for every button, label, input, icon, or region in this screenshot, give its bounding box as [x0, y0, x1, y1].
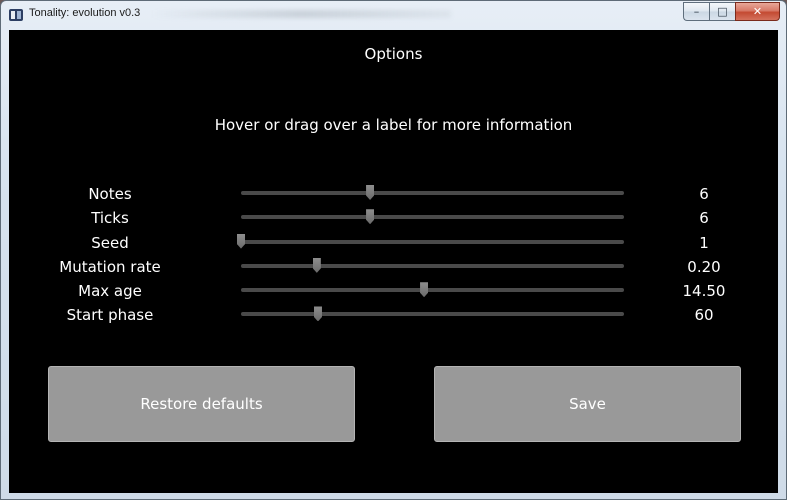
- setting-row-ticks: Ticks 6: [9, 207, 778, 231]
- setting-slider[interactable]: [241, 209, 624, 225]
- caption-buttons: – □ ✕: [683, 2, 780, 21]
- setting-row-mutation-rate: Mutation rate 0.20: [9, 256, 778, 280]
- save-label: Save: [569, 395, 606, 413]
- setting-value: 6: [699, 209, 709, 228]
- info-hint: Hover or drag over a label for more info…: [214, 116, 573, 134]
- settings-list: Notes 6 Ticks 6 Seed 1 Mutation rate 0.2…: [9, 183, 778, 329]
- slider-thumb[interactable]: [237, 233, 245, 249]
- setting-value: 14.50: [682, 282, 726, 301]
- setting-slider[interactable]: [241, 185, 624, 200]
- window-title: Tonality: evolution v0.3: [29, 7, 141, 19]
- setting-value: 60: [694, 306, 714, 325]
- title-blur: [151, 10, 451, 18]
- close-icon: ✕: [752, 5, 763, 18]
- setting-value: 6: [699, 185, 709, 203]
- app-window: Tonality: evolution v0.3 – □ ✕ Options H…: [0, 0, 787, 500]
- setting-row-seed: Seed 1: [9, 232, 778, 256]
- setting-slider[interactable]: [237, 233, 624, 249]
- restore-defaults-label: Restore defaults: [140, 395, 263, 413]
- setting-label[interactable]: Ticks: [29, 209, 191, 227]
- close-button[interactable]: ✕: [735, 2, 780, 21]
- setting-row-notes: Notes 6: [9, 183, 778, 207]
- setting-slider[interactable]: [241, 257, 624, 273]
- title-bar[interactable]: Tonality: evolution v0.3 – □ ✕: [1, 1, 786, 29]
- setting-value: 0.20: [687, 257, 721, 276]
- setting-label[interactable]: Max age: [29, 282, 191, 300]
- minimize-icon: –: [693, 5, 700, 18]
- options-title: Options: [364, 45, 423, 63]
- setting-label[interactable]: Seed: [29, 234, 191, 252]
- slider-thumb[interactable]: [313, 306, 322, 322]
- options-panel: Options Hover or drag over a label for m…: [9, 30, 778, 493]
- setting-row-start-phase: Start phase 60: [9, 304, 778, 328]
- maximize-button[interactable]: □: [709, 2, 735, 21]
- slider-thumb[interactable]: [420, 282, 429, 298]
- maximize-icon: □: [717, 5, 728, 18]
- app-icon: [9, 9, 23, 21]
- slider-thumb[interactable]: [366, 209, 375, 225]
- slider-thumb[interactable]: [312, 257, 321, 273]
- setting-slider[interactable]: [241, 282, 624, 298]
- setting-row-max-age: Max age 14.50: [9, 280, 778, 304]
- minimize-button[interactable]: –: [683, 2, 709, 21]
- setting-label[interactable]: Notes: [29, 185, 191, 203]
- setting-slider[interactable]: [241, 306, 624, 322]
- setting-label[interactable]: Start phase: [29, 306, 191, 324]
- restore-defaults-button[interactable]: Restore defaults: [48, 366, 355, 442]
- setting-value: 1: [699, 233, 709, 252]
- setting-label[interactable]: Mutation rate: [29, 258, 191, 276]
- save-button[interactable]: Save: [434, 366, 741, 442]
- slider-thumb[interactable]: [366, 185, 375, 200]
